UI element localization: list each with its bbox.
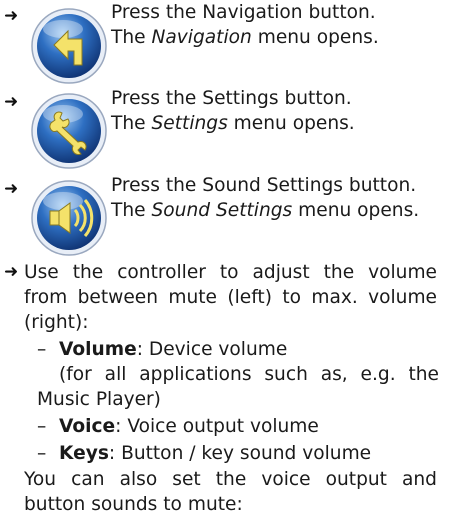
volume-label: Volume [59,339,137,360]
settings-wrench-icon [30,92,108,170]
menu-name: Sound Settings [151,200,293,221]
voice-label: Voice [59,416,116,437]
step-arrow: ➜ [4,262,19,282]
step-instruction: Press the Settings button. [111,88,352,109]
sound-speaker-icon [30,179,108,257]
volume-item: – Volume: Device volume (for all applica… [37,339,439,410]
voice-item: – Voice: Voice output volume [37,416,319,437]
step-arrow: ➜ [4,179,19,199]
keys-item: – Keys: Button / key sound volume [37,443,372,464]
step-instruction: Press the Navigation button. [111,2,376,23]
controller-instruction: Use the controller to adjust the volume … [24,262,437,333]
step-result: The Sound Settings menu opens. [111,200,420,221]
menu-name: Settings [151,113,228,134]
step-result: The Navigation menu opens. [111,27,379,48]
step-arrow: ➜ [4,6,19,26]
navigation-arrow-icon [30,7,108,85]
mute-note: You can also set the voice output and bu… [24,469,437,515]
step-instruction: Press the Sound Settings button. [111,175,417,196]
step-arrow: ➜ [4,92,19,112]
menu-name: Navigation [151,27,252,48]
step-result: The Settings menu opens. [111,113,355,134]
keys-label: Keys [59,443,109,464]
